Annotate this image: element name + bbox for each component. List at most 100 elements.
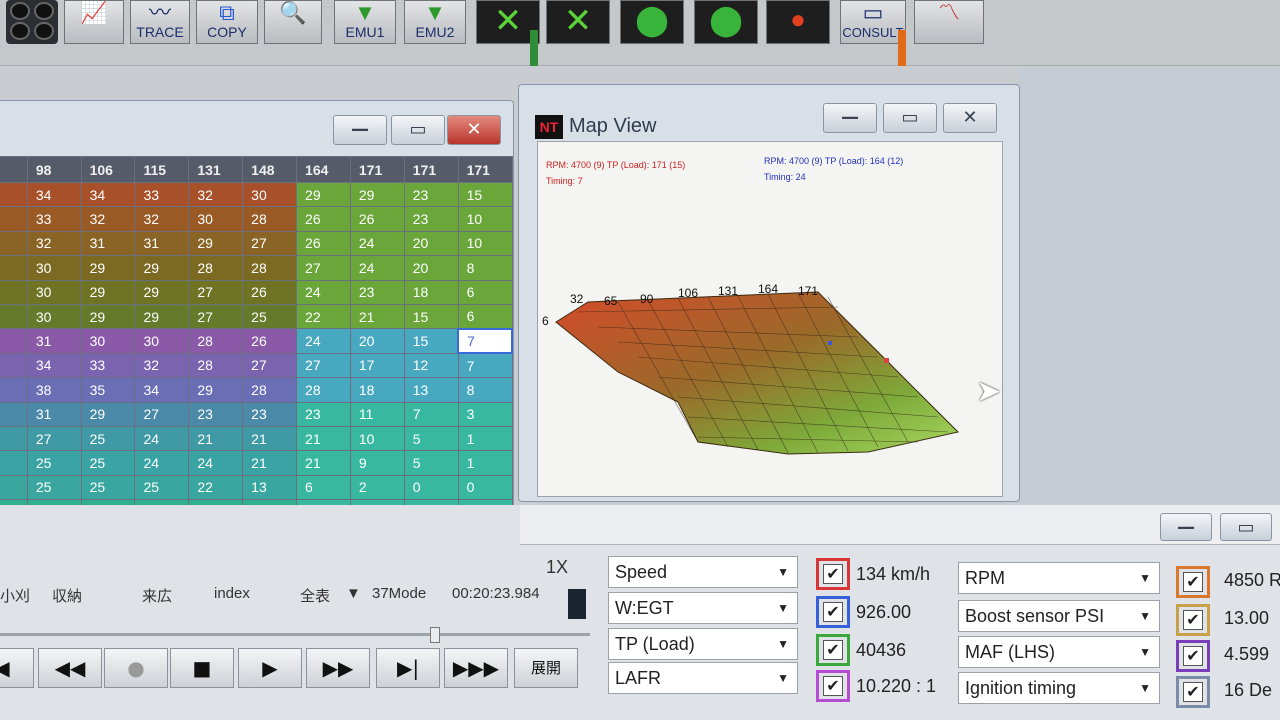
timing-cell[interactable]: 26 (296, 206, 351, 232)
timing-cell[interactable]: 11 (349, 401, 405, 427)
timing-cell[interactable]: 26 (296, 230, 351, 257)
green-stop-button[interactable]: ⬤ (694, 0, 758, 44)
status-tab-1[interactable]: 小刈 (0, 585, 30, 606)
timing-cell[interactable]: 23 (403, 181, 459, 208)
timing-cell[interactable]: 23 (242, 401, 298, 427)
maximize-button[interactable]: ▭ (1220, 513, 1272, 541)
emu2-button[interactable]: ▼ EMU2 (404, 0, 466, 44)
graph-button[interactable]: 📈 (64, 0, 124, 44)
timing-cell[interactable]: 10 (457, 230, 513, 257)
timing-cell[interactable]: 34 (80, 181, 136, 208)
timing-cell[interactable]: 30 (26, 303, 82, 330)
minimize-button[interactable]: — (333, 115, 387, 145)
timing-cell[interactable] (0, 401, 28, 427)
timing-cell[interactable]: 20 (403, 255, 459, 281)
timing-cell[interactable]: 26 (349, 206, 405, 232)
timing-cell[interactable]: 34 (26, 181, 82, 208)
dropdown-arrow-icon[interactable]: ▼ (346, 585, 361, 602)
close-button[interactable]: ✕ (447, 115, 501, 145)
timing-cell[interactable]: 5 (403, 425, 459, 452)
timing-cell[interactable]: 6 (457, 279, 513, 305)
timing-cell[interactable]: 27 (188, 303, 244, 330)
timing-cell[interactable]: 24 (296, 328, 351, 354)
timing-cell[interactable]: 13 (242, 474, 298, 501)
seek-track[interactable] (0, 633, 590, 636)
timing-cell[interactable] (0, 352, 28, 379)
timing-cell[interactable] (0, 230, 28, 257)
timing-cell[interactable] (0, 425, 28, 452)
timing-cell[interactable]: 17 (349, 352, 405, 379)
status-tab-5[interactable]: 全表 (300, 585, 330, 606)
timing-cell[interactable]: 26 (242, 328, 298, 354)
timing-cell[interactable]: 28 (242, 206, 298, 232)
timing-cell[interactable]: 10 (349, 425, 405, 452)
seek-slider-handle[interactable] (430, 627, 440, 643)
timing-cell[interactable]: 28 (188, 255, 244, 281)
timing-cell[interactable]: 20 (349, 328, 405, 354)
timing-cell[interactable]: 25 (26, 474, 82, 501)
timing-cell[interactable]: 27 (242, 230, 298, 257)
timing-cell[interactable]: 23 (188, 401, 244, 427)
channel-check-8[interactable]: ✔ (1176, 676, 1210, 708)
timing-cell[interactable]: 22 (188, 474, 244, 501)
timing-cell[interactable]: 32 (26, 230, 82, 257)
timing-cell[interactable]: 29 (80, 279, 136, 305)
timing-cell[interactable]: 29 (134, 303, 190, 330)
timing-cell[interactable]: 30 (134, 328, 190, 354)
chart-button[interactable]: 〽 (914, 0, 984, 44)
status-tab-2[interactable]: 収納 (52, 585, 82, 606)
channel-select-5[interactable]: RPM ▼ (958, 562, 1160, 594)
channel-check-6[interactable]: ✔ (1176, 604, 1210, 636)
timing-cell[interactable]: 27 (296, 255, 351, 281)
timing-cell[interactable]: 29 (80, 303, 136, 330)
timing-cell[interactable]: 7 (457, 352, 513, 379)
copy-button[interactable]: ⧉ COPY (196, 0, 258, 44)
rewind-button[interactable]: ◀◀ (38, 648, 102, 688)
timing-cell[interactable] (0, 450, 28, 476)
channel-select-2[interactable]: W:EGT ▼ (608, 592, 798, 624)
timing-cell[interactable] (0, 255, 28, 281)
timing-cell[interactable]: 28 (242, 377, 298, 403)
timing-cell[interactable]: 9 (349, 450, 405, 476)
timing-cell[interactable]: 29 (134, 279, 190, 305)
timing-cell[interactable]: 30 (26, 279, 82, 305)
timing-cell[interactable]: 27 (26, 425, 82, 452)
timing-cell[interactable]: 33 (80, 352, 136, 379)
timing-cell[interactable]: 29 (134, 255, 190, 281)
timing-cell[interactable]: 28 (242, 255, 298, 281)
timing-cell[interactable]: 30 (80, 328, 136, 354)
minimize-button[interactable]: — (823, 103, 877, 133)
timing-cell[interactable]: 25 (242, 303, 298, 330)
timing-cell[interactable]: 28 (296, 377, 351, 403)
timing-cell[interactable]: 1 (457, 425, 513, 452)
timing-cell[interactable]: 6 (457, 303, 513, 330)
timing-cell[interactable]: 32 (134, 352, 190, 379)
skip-end-button[interactable]: ▶| (376, 648, 440, 688)
timing-cell[interactable]: 0 (457, 474, 513, 501)
timing-cell[interactable]: 8 (457, 377, 513, 403)
channel-select-1[interactable]: Speed ▼ (608, 556, 798, 588)
timing-cell[interactable] (0, 474, 28, 501)
timing-cell[interactable] (0, 181, 28, 208)
status-index[interactable]: index (214, 585, 250, 602)
timing-cell[interactable]: 24 (349, 255, 405, 281)
timing-cell[interactable]: 8 (457, 255, 513, 281)
timing-cell[interactable]: 25 (80, 450, 136, 476)
timing-cell[interactable]: 24 (349, 230, 405, 257)
timing-cell[interactable]: 27 (296, 352, 351, 379)
status-tab-3[interactable]: 来広 (142, 585, 172, 606)
timing-cell[interactable]: 38 (26, 377, 82, 403)
record-button[interactable]: ● (766, 0, 830, 44)
timing-cell[interactable]: 30 (242, 181, 298, 208)
channel-check-1[interactable]: ✔ (816, 558, 850, 590)
timing-cell[interactable]: 7 (403, 401, 459, 427)
timing-cell[interactable]: 31 (26, 328, 82, 354)
timing-cell[interactable]: 33 (134, 181, 190, 208)
timing-cell[interactable]: 27 (134, 401, 190, 427)
stop-button[interactable]: ■ (170, 648, 234, 688)
timing-cell[interactable]: 34 (26, 352, 82, 379)
timing-cell[interactable]: 21 (296, 425, 351, 452)
channel-select-8[interactable]: Ignition timing ▼ (958, 672, 1160, 704)
channel-select-4[interactable]: LAFR ▼ (608, 662, 798, 694)
timing-cell[interactable]: 21 (242, 425, 298, 452)
